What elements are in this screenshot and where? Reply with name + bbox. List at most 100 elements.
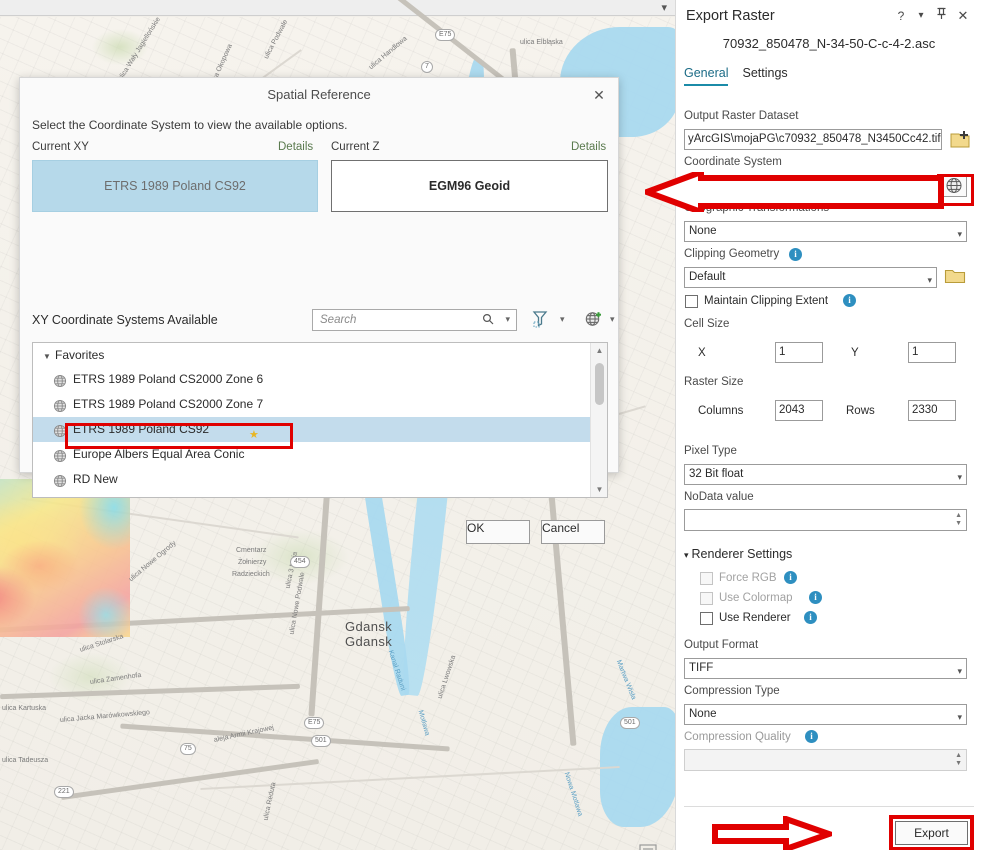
output-format-combo[interactable]: TIFF ▾ — [684, 658, 967, 679]
spinner-up-icon[interactable]: ▲ — [955, 512, 962, 520]
use-colormap-checkbox[interactable] — [700, 592, 713, 605]
spinner-down-icon[interactable]: ▼ — [955, 760, 962, 768]
list-item[interactable]: RD New — [33, 467, 590, 492]
chevron-down-icon[interactable]: ▾ — [957, 708, 962, 725]
cs-search-box[interactable]: ▾ — [312, 309, 517, 331]
search-input[interactable] — [318, 313, 468, 327]
list-item[interactable]: Europe Albers Equal Area Conic — [33, 442, 590, 467]
close-icon[interactable]: ✕ — [588, 85, 610, 105]
scroll-down-icon[interactable]: ▼ — [591, 482, 608, 497]
map-route-shield: E75 — [304, 717, 324, 729]
city-label-line1: Gdansk — [345, 619, 392, 634]
pin-icon[interactable] — [932, 7, 950, 25]
info-icon[interactable]: i — [843, 294, 856, 307]
list-item-label: RD New — [73, 472, 118, 486]
chevron-down-icon[interactable]: ▾ — [912, 7, 930, 25]
pixel-type-combo[interactable]: 32 Bit float ▾ — [684, 464, 967, 485]
coordinate-system-label: Coordinate System — [684, 156, 782, 168]
chevron-down-icon[interactable]: ▾ — [684, 550, 689, 560]
spinner-down-icon[interactable]: ▼ — [955, 520, 962, 528]
scroll-up-icon[interactable]: ▲ — [591, 343, 608, 358]
add-dataset-icon[interactable] — [948, 128, 974, 151]
close-icon[interactable]: ✕ — [954, 7, 972, 25]
current-xy-details-link[interactable]: Details — [278, 141, 313, 153]
raster-size-rows-input[interactable]: 2330 — [908, 400, 956, 421]
map-street-label: Żołnierzy — [238, 559, 266, 566]
current-xy-value[interactable]: ETRS 1989 Poland CS92 — [32, 160, 318, 212]
compression-quality-spinner[interactable]: ▲ ▼ — [684, 749, 967, 771]
cell-size-y-input[interactable]: 1 — [908, 342, 956, 363]
panel-tabs[interactable]: General Settings — [684, 66, 802, 90]
list-item-label: ETRS 1989 Poland CS2000 Zone 7 — [73, 397, 263, 411]
maintain-clipping-extent-checkbox[interactable] — [685, 295, 698, 308]
list-item[interactable]: ETRS 1989 Poland CS92★ — [33, 417, 590, 442]
info-icon[interactable]: i — [805, 730, 818, 743]
nodata-value-label: NoData value — [684, 491, 754, 503]
geographic-transformations-combo[interactable]: None ▾ — [684, 221, 967, 242]
scrollbar-thumb[interactable] — [595, 363, 604, 405]
list-item[interactable]: ETRS 1989 Poland CS2000 Zone 6 — [33, 367, 590, 392]
nodata-value-spinner[interactable]: ▲ ▼ — [684, 509, 967, 531]
chevron-down-icon[interactable]: ▾ — [957, 225, 962, 242]
export-button[interactable]: Export — [895, 821, 968, 845]
filter-icon[interactable] — [532, 310, 548, 331]
chevron-down-icon[interactable]: ▾ — [505, 314, 510, 325]
globe-icon[interactable] — [941, 174, 967, 197]
current-z-details-link[interactable]: Details — [571, 141, 606, 153]
map-route-shield: 7 — [421, 61, 433, 73]
map-street-label: ulica Handlowa — [368, 35, 409, 71]
info-icon[interactable]: i — [784, 571, 797, 584]
map-route-shield: E75 — [435, 29, 455, 41]
add-coordinate-system-icon[interactable] — [584, 309, 603, 331]
force-rgb-checkbox[interactable] — [700, 572, 713, 585]
folder-icon[interactable] — [944, 266, 970, 289]
road — [61, 759, 319, 800]
coordinate-system-list-inner: ▼Favorites ETRS 1989 Poland CS2000 Zone … — [33, 343, 590, 492]
renderer-settings-header[interactable]: ▾Renderer Settings — [684, 547, 792, 561]
raster-size-columns-input[interactable]: 2043 — [775, 400, 823, 421]
current-z-value[interactable]: EGM96 Geoid — [331, 160, 608, 212]
search-icon[interactable] — [482, 313, 494, 328]
coordinate-system-combo[interactable]: Unknown ▾ — [684, 175, 936, 196]
chevron-down-icon[interactable]: ▾ — [610, 314, 615, 325]
spatial-reference-dialog[interactable]: Spatial Reference ✕ Select the Coordinat… — [19, 77, 619, 473]
list-scrollbar[interactable]: ▲ ▼ — [590, 343, 607, 497]
tab-settings[interactable]: Settings — [742, 66, 787, 84]
help-icon[interactable]: ? — [892, 7, 910, 25]
info-icon[interactable]: i — [804, 611, 817, 624]
use-renderer-checkbox[interactable] — [700, 612, 713, 625]
chevron-down-icon[interactable]: ▾ — [957, 662, 962, 679]
basemap-icon[interactable] — [637, 842, 659, 850]
compression-type-combo[interactable]: None ▾ — [684, 704, 967, 725]
chevron-down-icon[interactable]: ▾ — [926, 179, 931, 196]
maintain-clipping-extent-label: Maintain Clipping Extent — [704, 295, 828, 307]
info-icon[interactable]: i — [809, 591, 822, 604]
map-route-shield: 454 — [290, 556, 310, 568]
map-street-label: ulica Nowe Ogrody — [128, 540, 178, 583]
spinner-up-icon[interactable]: ▲ — [955, 752, 962, 760]
geographic-transformations-value: None — [689, 225, 717, 237]
tab-general[interactable]: General — [684, 66, 728, 86]
list-item[interactable]: ETRS 1989 Poland CS2000 Zone 7 — [33, 392, 590, 417]
ok-button[interactable]: OK — [466, 520, 530, 544]
tree-items: ETRS 1989 Poland CS2000 Zone 6 ETRS 1989 … — [33, 367, 590, 492]
chevron-down-icon[interactable]: ▾ — [560, 314, 565, 325]
chevron-down-icon[interactable]: ▾ — [927, 271, 932, 288]
clipping-geometry-value: Default — [689, 271, 725, 283]
tree-group-favorites[interactable]: ▼Favorites — [33, 343, 590, 367]
chevron-down-icon[interactable]: ▾ — [957, 468, 962, 485]
city-label: Gdansk Gdansk — [345, 619, 392, 649]
info-icon[interactable]: i — [789, 248, 802, 261]
coordinate-system-list[interactable]: ▼Favorites ETRS 1989 Poland CS2000 Zone … — [32, 342, 608, 498]
clipping-geometry-combo[interactable]: Default ▾ — [684, 267, 937, 288]
output-raster-dataset-input[interactable]: yArcGIS\mojaPG\c70932_850478_N3450Cc42.t… — [684, 129, 942, 150]
raster-size-rows-label: Rows — [846, 405, 875, 417]
cancel-button[interactable]: Cancel — [541, 520, 605, 544]
output-raster-dataset-label: Output Raster Dataset — [684, 110, 798, 122]
cell-size-x-input[interactable]: 1 — [775, 342, 823, 363]
chevron-down-icon[interactable]: ▾ — [661, 1, 667, 15]
export-raster-panel[interactable]: Export Raster ? ▾ ✕ 70932_850478_N-34-50… — [675, 0, 982, 850]
triangle-expanded-icon[interactable]: ▼ — [43, 345, 55, 369]
map-street-label: ulica Jacka Marówkowskiego — [60, 709, 151, 724]
current-z-label: Current Z — [331, 141, 380, 153]
